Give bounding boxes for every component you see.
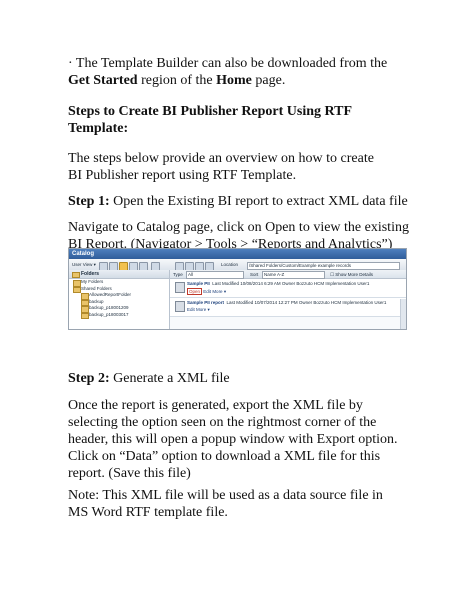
user-view-menu[interactable]: User View ▾ xyxy=(72,261,96,268)
show-more-checkbox[interactable]: ☐ Show More Details xyxy=(330,271,373,278)
get-started-bold: Get Started xyxy=(68,73,138,88)
report-row: Sample PII report Last Modified 10/07/20… xyxy=(170,298,406,317)
folders-pane: Folders My Folders Shared Folders Allowe… xyxy=(69,270,170,329)
catalog-screenshot: Catalog User View ▾ Location /Shared Fol… xyxy=(68,248,407,330)
note-paragraph: Note: This XML file will be used as a da… xyxy=(68,488,383,520)
report-row: Sample PII Last Modified 10/08/2014 6:29… xyxy=(170,279,406,298)
location-field[interactable]: /Shared Folders/Custom/Example example r… xyxy=(247,261,400,270)
open-link[interactable]: Open xyxy=(187,288,203,295)
overview-paragraph: The steps below provide an overview on h… xyxy=(68,151,374,183)
report-icon xyxy=(175,282,185,293)
catalog-titlebar: Catalog xyxy=(69,249,406,259)
reports-pane: Type All Sort Name A-Z ☐ Show More Detai… xyxy=(170,270,406,329)
section-heading: Steps to Create BI Publisher Report Usin… xyxy=(68,104,352,136)
edit-link[interactable]: Edit xyxy=(187,307,195,312)
step2-label: Step 2: xyxy=(68,371,110,386)
location-label: Location xyxy=(221,262,239,267)
edit-link[interactable]: Edit xyxy=(203,289,211,294)
folders-header: Folders xyxy=(69,270,169,279)
step2-paragraph: Step 2: Generate a XML file xyxy=(68,371,230,386)
export-paragraph: Once the report is generated, export the… xyxy=(68,398,398,481)
type-label: Type xyxy=(173,271,183,277)
type-select[interactable]: All xyxy=(186,270,244,279)
reports-header: Type All Sort Name A-Z ☐ Show More Detai… xyxy=(170,270,406,279)
scrollbar[interactable] xyxy=(400,299,406,329)
sort-select[interactable]: Name A-Z xyxy=(262,270,325,279)
report-name[interactable]: Sample PII report xyxy=(187,300,224,305)
more-menu[interactable]: More ▾ xyxy=(196,307,210,312)
tree-item[interactable]: backup_p18003017 xyxy=(69,312,169,319)
report-name[interactable]: Sample PII xyxy=(187,281,210,286)
more-menu[interactable]: More ▾ xyxy=(212,289,226,294)
sort-label: Sort xyxy=(250,271,259,277)
step1-label: Step 1: xyxy=(68,194,110,209)
folders-icon xyxy=(72,271,80,278)
home-bold: Home xyxy=(216,73,252,88)
folder-icon xyxy=(81,312,89,319)
step1-paragraph: Step 1: Open the Existing BI report to e… xyxy=(68,194,408,209)
intro-paragraph: · The Template Builder can also be downl… xyxy=(68,56,388,88)
report-icon xyxy=(175,301,185,312)
